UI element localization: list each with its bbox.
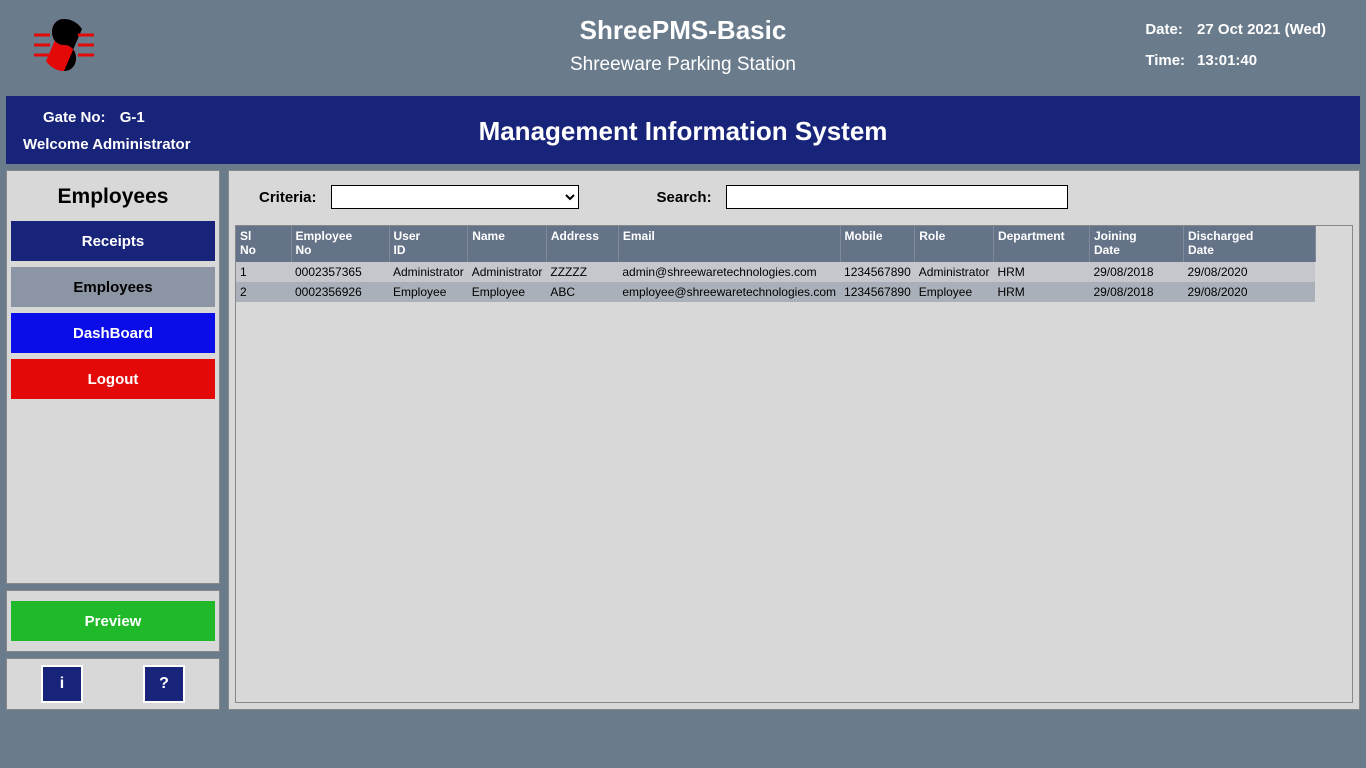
search-input[interactable] [726,185,1068,209]
table-cell: 1234567890 [840,282,915,302]
table-cell: 1234567890 [840,262,915,282]
table-cell: HRM [993,282,1089,302]
nav-employees-button[interactable]: Employees [11,267,215,307]
nav-dashboard-button[interactable]: DashBoard [11,313,215,353]
welcome-text: Welcome Administrator [23,136,191,153]
nav-receipts-button[interactable]: Receipts [11,221,215,261]
col-header[interactable]: EmployeeNo [291,226,389,262]
table-cell: Administrator [915,262,994,282]
app-header: ShreePMS-Basic Shreeware Parking Station… [0,0,1366,90]
col-header[interactable]: DischargedDate [1183,226,1315,262]
page-title: Management Information System [7,97,1359,165]
table-cell: Employee [915,282,994,302]
preview-button[interactable]: Preview [11,601,215,641]
gate-label: Gate No: [43,109,106,126]
bottom-strip [0,716,1366,768]
table-cell: 0002356926 [291,282,389,302]
help-button[interactable]: ? [143,665,185,703]
table-cell: Administrator [468,262,547,282]
col-header[interactable]: Address [546,226,618,262]
criteria-select[interactable] [331,185,579,209]
table-cell: Employee [389,282,468,302]
table-row[interactable]: 20002356926EmployeeEmployeeABCemployee@s… [236,282,1315,302]
criteria-label: Criteria: [259,189,317,206]
col-header[interactable]: JoiningDate [1089,226,1183,262]
col-header[interactable]: SlNo [236,226,291,262]
table-cell: Administrator [389,262,468,282]
table-cell: 29/08/2020 [1183,262,1315,282]
table-cell: 29/08/2018 [1089,262,1183,282]
col-header[interactable]: Department [993,226,1089,262]
table-cell: Employee [468,282,547,302]
date-value: 27 Oct 2021 (Wed) [1197,21,1326,38]
table-cell: 1 [236,262,291,282]
employees-table: SlNoEmployeeNoUserIDNameAddressEmailMobi… [236,226,1316,302]
gate-value: G-1 [120,109,145,126]
table-cell: admin@shreewaretechnologies.com [618,262,840,282]
col-header[interactable]: Mobile [840,226,915,262]
search-label: Search: [657,189,712,206]
table-cell: 0002357365 [291,262,389,282]
col-header[interactable]: Name [468,226,547,262]
table-cell: 29/08/2020 [1183,282,1315,302]
data-table-container: SlNoEmployeeNoUserIDNameAddressEmailMobi… [235,225,1353,703]
table-cell: 29/08/2018 [1089,282,1183,302]
page-banner: Gate No: G-1 Welcome Administrator Manag… [6,96,1360,164]
table-cell: ABC [546,282,618,302]
col-header[interactable]: Role [915,226,994,262]
table-cell: employee@shreewaretechnologies.com [618,282,840,302]
table-cell: HRM [993,262,1089,282]
col-header[interactable]: Email [618,226,840,262]
table-cell: ZZZZZ [546,262,618,282]
app-logo [28,15,100,75]
nav-logout-button[interactable]: Logout [11,359,215,399]
table-row[interactable]: 10002357365AdministratorAdministratorZZZ… [236,262,1315,282]
date-label: Date: [1145,21,1185,38]
time-label: Time: [1145,52,1185,69]
sidebar-title: Employees [11,175,215,221]
time-value: 13:01:40 [1197,52,1326,69]
table-cell: 2 [236,282,291,302]
col-header[interactable]: UserID [389,226,468,262]
info-button[interactable]: i [41,665,83,703]
